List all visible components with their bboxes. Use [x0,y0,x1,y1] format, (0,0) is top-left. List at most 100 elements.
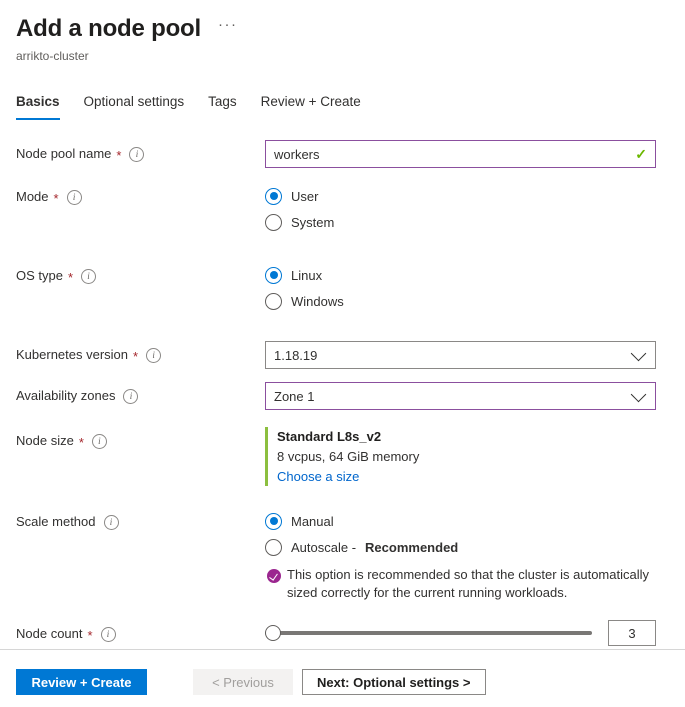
field-row-node-pool-name: Node pool name * i workers ✓ [0,140,685,168]
label-text: Node count [16,626,83,641]
recommendation-callout: This option is recommended so that the c… [265,566,656,602]
kubernetes-version-dropdown[interactable]: 1.18.19 [265,341,656,369]
info-icon[interactable]: i [146,347,162,363]
basics-form: Node pool name * i workers ✓ Mode * i Us… [0,140,685,646]
label-availability-zones: Availability zones i [16,382,265,405]
page-subtitle: arrikto-cluster [16,49,89,63]
required-marker: * [116,147,122,163]
dropdown-value: Zone 1 [274,388,315,404]
radio-scale-manual[interactable]: Manual [265,508,656,534]
radio-scale-autoscale[interactable]: Autoscale - Recommended [265,534,656,560]
title-row: Add a node pool ··· [16,14,685,44]
valid-check-icon: ✓ [635,146,647,162]
node-count-value-box[interactable]: 3 [608,620,656,646]
field-os-type: Linux Windows [265,262,685,314]
slider-thumb[interactable] [265,625,281,641]
tab-bar: Basics Optional settings Tags Review + C… [16,93,685,120]
radio-icon-selected [265,266,282,284]
field-row-node-count: Node count * i 3 [0,620,685,646]
node-count-control: 3 [265,620,656,646]
radio-label: User [291,188,319,204]
required-marker: * [53,190,59,206]
tab-review-create[interactable]: Review + Create [249,93,373,120]
radio-icon-selected [265,512,282,530]
label-text: Scale method [16,514,96,529]
radio-mode-user[interactable]: User [265,183,656,209]
radio-icon-unselected [265,213,282,231]
input-value: workers [274,146,320,162]
more-options-icon[interactable]: ··· [215,16,241,34]
field-row-mode: Mode * i User System [0,183,685,235]
required-marker: * [133,348,139,364]
label-node-pool-name: Node pool name * i [16,140,265,163]
label-text: Mode [16,189,49,204]
slider-track [265,631,592,635]
radio-mode-system[interactable]: System [265,209,656,235]
radio-label: Autoscale - [291,539,357,555]
required-marker: * [67,269,74,285]
info-icon[interactable]: i [129,146,145,162]
field-mode: User System [265,183,685,235]
info-icon[interactable]: i [103,514,119,530]
field-row-availability-zones: Availability zones i Zone 1 [0,382,685,410]
label-text: Availability zones [16,388,116,403]
field-availability-zones: Zone 1 [265,382,685,410]
label-mode: Mode * i [16,183,265,206]
previous-button[interactable]: < Previous [193,669,293,695]
tab-tags[interactable]: Tags [196,93,249,120]
page-title: Add a node pool [16,15,201,42]
label-text: Kubernetes version [16,347,129,362]
node-size-name: Standard L8s_v2 [277,429,382,444]
label-node-count: Node count * i [16,620,265,643]
field-node-pool-name: workers ✓ [265,140,685,168]
chevron-down-icon [630,386,647,402]
required-marker: * [87,627,93,643]
radio-label: System [291,214,335,230]
radio-os-linux[interactable]: Linux [265,262,656,288]
availability-zones-dropdown[interactable]: Zone 1 [265,382,656,410]
field-row-os-type: OS type * i Linux Windows [0,262,685,314]
footer-actions: Review + Create < Previous Next: Optiona… [16,669,486,695]
node-size-summary: Standard L8s_v2 8 vcpus, 64 GiB memory C… [265,427,656,486]
field-node-size: Standard L8s_v2 8 vcpus, 64 GiB memory C… [265,427,685,486]
node-pool-name-input[interactable]: workers ✓ [265,140,656,168]
radio-label-emphasis: Recommended [365,539,459,555]
node-count-slider[interactable] [265,623,592,643]
node-size-spec: 8 vcpus, 64 GiB memory [277,449,420,464]
radio-icon-unselected [265,538,282,556]
recommendation-text: This option is recommended so that the c… [287,567,650,600]
tab-optional-settings[interactable]: Optional settings [72,93,197,120]
radio-os-windows[interactable]: Windows [265,288,656,314]
dropdown-value: 1.18.19 [274,347,318,363]
label-text: Node pool name [16,146,112,161]
field-kubernetes-version: 1.18.19 [265,341,685,369]
label-kubernetes-version: Kubernetes version * i [16,341,265,364]
radio-icon-unselected [265,292,282,310]
label-text: Node size [16,433,74,448]
field-node-count: 3 [265,620,685,646]
field-row-kubernetes-version: Kubernetes version * i 1.18.19 [0,341,685,369]
review-create-button[interactable]: Review + Create [16,669,147,695]
choose-a-size-link[interactable]: Choose a size [277,467,359,486]
required-marker: * [78,434,84,450]
footer-divider [0,649,685,650]
radio-icon-selected [265,187,282,205]
tab-basics[interactable]: Basics [16,93,72,120]
info-icon[interactable]: i [123,388,139,404]
field-scale-method: Manual Autoscale - Recommended This opti… [265,508,685,602]
chevron-down-icon [630,345,647,361]
radio-label: Linux [291,267,323,283]
label-text: OS type [16,268,63,283]
info-icon[interactable]: i [91,433,107,449]
label-node-size: Node size * i [16,427,265,450]
radio-label: Manual [291,513,334,529]
info-icon[interactable]: i [81,268,97,284]
field-row-node-size: Node size * i Standard L8s_v2 8 vcpus, 6… [0,427,685,486]
info-icon[interactable]: i [100,626,116,642]
info-icon[interactable]: i [66,189,82,205]
label-scale-method: Scale method i [16,508,265,531]
next-optional-settings-button[interactable]: Next: Optional settings > [302,669,486,695]
radio-label: Windows [291,293,344,309]
recommendation-badge-icon [267,569,281,583]
field-row-scale-method: Scale method i Manual Autoscale - Recomm… [0,508,685,602]
